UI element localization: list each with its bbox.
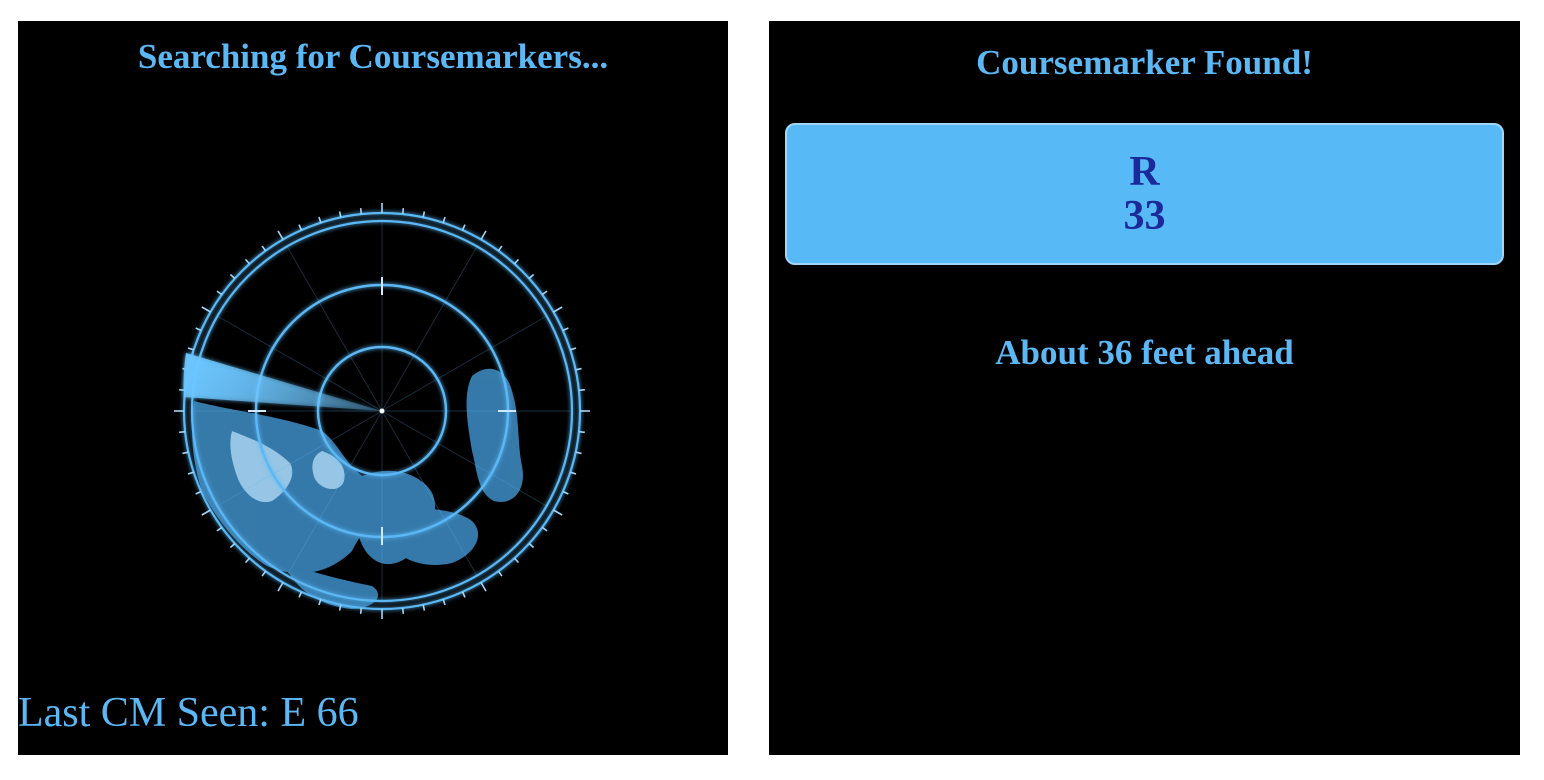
- distance-label: About 36 feet ahead: [995, 333, 1294, 372]
- search-panel: Searching for Coursemarkers... Last CM S…: [18, 21, 728, 755]
- last-seen-label: Last CM Seen: E 66: [18, 690, 359, 736]
- found-panel: Coursemarker Found! R 33 About 36 feet a…: [769, 21, 1520, 755]
- searching-title: Searching for Coursemarkers...: [137, 37, 609, 76]
- radar-sweep-icon: [172, 201, 592, 621]
- coursemarker-card[interactable]: R 33: [785, 123, 1504, 265]
- found-title: Coursemarker Found!: [976, 43, 1313, 82]
- marker-number: 33: [1123, 193, 1166, 239]
- marker-letter: R: [1129, 149, 1160, 195]
